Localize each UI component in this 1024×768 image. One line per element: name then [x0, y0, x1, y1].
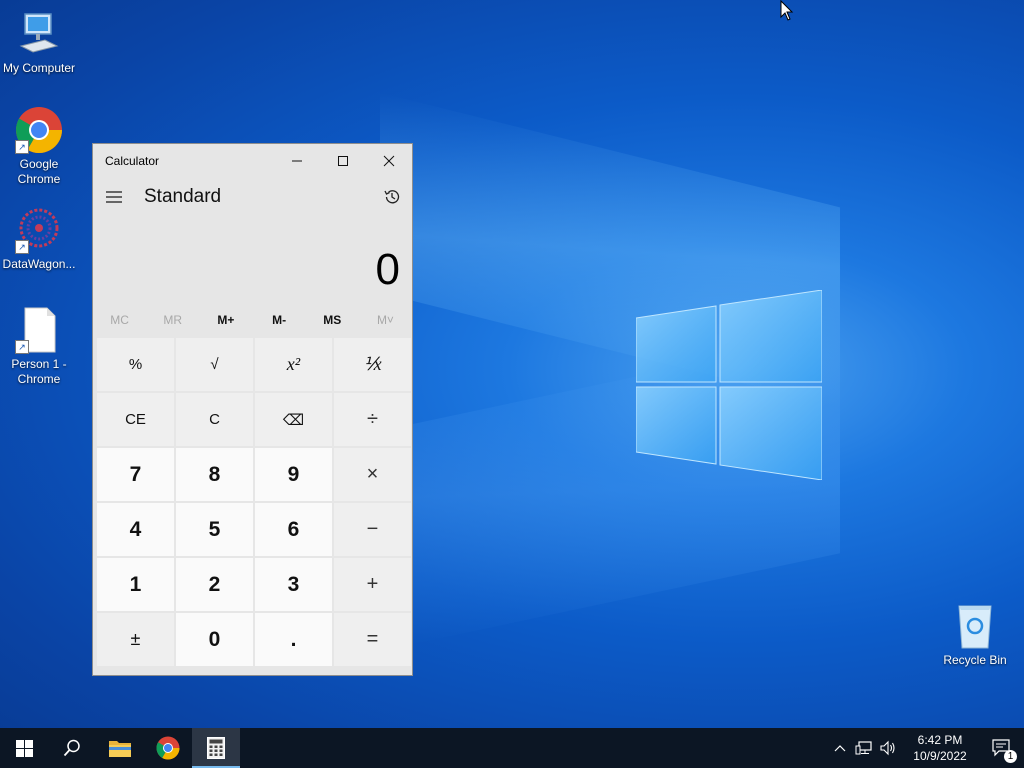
- speaker-icon: [880, 740, 895, 756]
- search-button[interactable]: [48, 728, 96, 768]
- keypad: % √ x² ⅟x CE C ⌫ ÷ 7 8 9 × 4 5 6 − 1 2 3…: [93, 335, 412, 666]
- decimal-button[interactable]: .: [255, 613, 332, 666]
- desktop-icon-datawagon[interactable]: ↗ DataWagon...: [1, 206, 77, 272]
- chrome-icon: ↗: [15, 106, 63, 154]
- divide-button[interactable]: ÷: [334, 393, 411, 446]
- navigation-menu-button[interactable]: [94, 190, 134, 204]
- desktop-icon-label: Person 1 - Chrome: [11, 357, 67, 386]
- datawagon-icon: ↗: [15, 206, 63, 254]
- calculator-display: 0: [375, 244, 400, 294]
- digit-8-button[interactable]: 8: [176, 448, 253, 501]
- digit-5-button[interactable]: 5: [176, 503, 253, 556]
- desktop-icon-google-chrome[interactable]: ↗ Google Chrome: [1, 106, 77, 187]
- minus-button[interactable]: −: [334, 503, 411, 556]
- memory-list-button[interactable]: M˅: [359, 305, 412, 335]
- plus-button[interactable]: +: [334, 558, 411, 611]
- taskbar-calculator[interactable]: [192, 728, 240, 768]
- memory-row: MC MR M+ M- MS M˅: [93, 305, 412, 335]
- desktop-icon-label: DataWagon...: [2, 257, 76, 271]
- chevron-up-icon: [834, 745, 846, 752]
- clock-date: 10/9/2022: [913, 749, 967, 763]
- backspace-button[interactable]: ⌫: [255, 393, 332, 446]
- calculator-mode-title: Standard: [144, 186, 222, 207]
- notification-count-badge: 1: [1004, 750, 1017, 763]
- desktop-icon-recycle-bin[interactable]: Recycle Bin: [937, 602, 1013, 668]
- desktop-icon-my-computer[interactable]: My Computer: [1, 10, 77, 76]
- digit-0-button[interactable]: 0: [176, 613, 253, 666]
- show-hidden-icons-button[interactable]: [828, 744, 852, 752]
- history-button[interactable]: [372, 188, 412, 206]
- system-tray: 6:42 PM 10/9/2022 1: [828, 728, 1024, 768]
- memory-store-button[interactable]: MS: [306, 305, 359, 335]
- equals-button[interactable]: =: [334, 613, 411, 666]
- desktop-icon-label: Recycle Bin: [943, 653, 1007, 667]
- shortcut-arrow-icon: ↗: [15, 240, 29, 254]
- calculator-icon: [207, 737, 225, 759]
- action-center-button[interactable]: 1: [980, 738, 1024, 763]
- minimize-icon: [292, 160, 302, 161]
- taskbar-file-explorer[interactable]: [96, 728, 144, 768]
- windows-wallpaper-logo: [636, 290, 822, 480]
- reciprocal-button[interactable]: ⅟x: [334, 338, 411, 391]
- hamburger-icon: [106, 191, 122, 203]
- taskbar: 6:42 PM 10/9/2022 1: [0, 728, 1024, 768]
- taskbar-clock[interactable]: 6:42 PM 10/9/2022: [900, 732, 980, 764]
- multiply-button[interactable]: ×: [334, 448, 411, 501]
- minimize-button[interactable]: [274, 144, 320, 177]
- network-button[interactable]: [852, 740, 876, 756]
- memory-add-button[interactable]: M+: [199, 305, 252, 335]
- shortcut-arrow-icon: ↗: [15, 140, 29, 154]
- recycle-bin-icon: [951, 602, 999, 650]
- folder-icon: [109, 741, 131, 757]
- square-root-button[interactable]: √: [176, 338, 253, 391]
- shortcut-arrow-icon: ↗: [15, 340, 29, 354]
- search-icon: [63, 739, 80, 757]
- window-title: Calculator: [105, 153, 160, 168]
- close-icon: [383, 155, 395, 166]
- desktop-icon-label: Google Chrome: [17, 157, 61, 186]
- memory-subtract-button[interactable]: M-: [253, 305, 306, 335]
- desktop-icon-label: My Computer: [2, 61, 76, 75]
- network-icon: [855, 741, 872, 755]
- mouse-cursor-icon: [780, 0, 794, 21]
- calculator-title-bar[interactable]: Calculator: [93, 144, 412, 177]
- digit-4-button[interactable]: 4: [97, 503, 174, 556]
- close-button[interactable]: [366, 144, 412, 177]
- digit-1-button[interactable]: 1: [97, 558, 174, 611]
- clear-entry-button[interactable]: CE: [97, 393, 174, 446]
- maximize-button[interactable]: [320, 144, 366, 177]
- digit-6-button[interactable]: 6: [255, 503, 332, 556]
- negate-button[interactable]: ±: [97, 613, 174, 666]
- desktop-icon-person-1-chrome[interactable]: ↗ Person 1 - Chrome: [1, 306, 77, 387]
- digit-9-button[interactable]: 9: [255, 448, 332, 501]
- file-icon: ↗: [15, 306, 63, 354]
- clear-button[interactable]: C: [176, 393, 253, 446]
- computer-icon: [15, 10, 63, 58]
- clock-time: 6:42 PM: [917, 733, 963, 747]
- start-button[interactable]: [0, 728, 48, 768]
- digit-3-button[interactable]: 3: [255, 558, 332, 611]
- memory-clear-button[interactable]: MC: [93, 305, 146, 335]
- digit-2-button[interactable]: 2: [176, 558, 253, 611]
- taskbar-google-chrome[interactable]: [144, 728, 192, 768]
- maximize-icon: [338, 155, 348, 166]
- percent-button[interactable]: %: [97, 338, 174, 391]
- chrome-icon: [156, 736, 180, 760]
- volume-button[interactable]: [876, 740, 900, 756]
- calculator-window[interactable]: Calculator Standard 0 MC MR M+ M- MS M˅ …: [92, 143, 413, 676]
- memory-recall-button[interactable]: MR: [146, 305, 199, 335]
- square-button[interactable]: x²: [255, 338, 332, 391]
- digit-7-button[interactable]: 7: [97, 448, 174, 501]
- windows-start-icon: [15, 739, 33, 757]
- history-icon: [384, 190, 400, 204]
